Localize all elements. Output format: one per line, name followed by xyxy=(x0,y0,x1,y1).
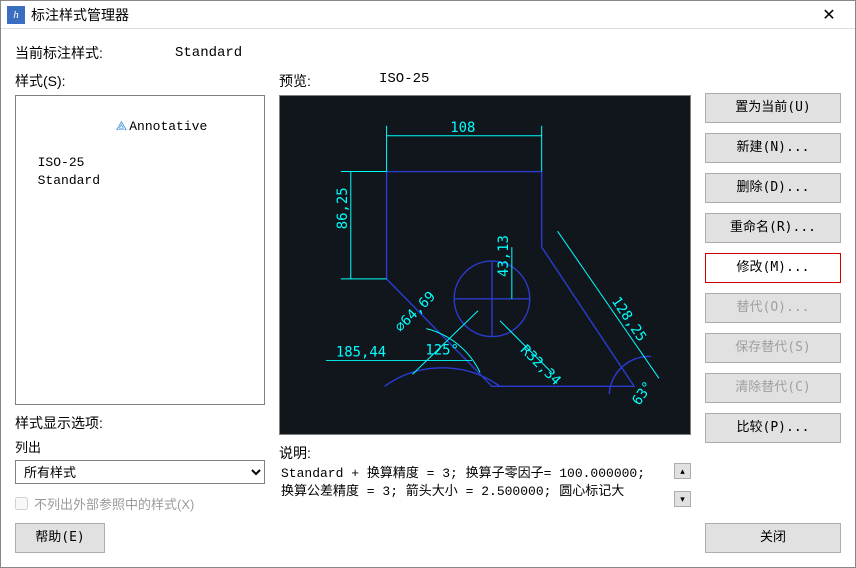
preview-label: 预览: xyxy=(279,71,379,91)
save-override-button[interactable]: 保存替代(S) xyxy=(705,333,841,363)
preview-name: ISO-25 xyxy=(379,71,429,91)
current-style-row: 当前标注样式: Standard xyxy=(15,39,841,71)
close-icon[interactable]: ✕ xyxy=(809,5,849,25)
list-item[interactable]: ⟁Annotative xyxy=(22,100,258,154)
preview-pane: 108 86,25 43,13 ⌀64,69 125° 185,44 R32,3… xyxy=(279,95,691,435)
description-scrollbar[interactable]: ▴ ▾ xyxy=(674,463,691,507)
close-button[interactable]: 关闭 xyxy=(705,523,841,553)
dimension-preview-svg: 108 86,25 43,13 ⌀64,69 125° 185,44 R32,3… xyxy=(280,96,690,434)
scroll-up-icon[interactable]: ▴ xyxy=(674,463,691,479)
compare-button[interactable]: 比较(P)... xyxy=(705,413,841,443)
dim-radius: R32,34 xyxy=(517,342,564,389)
dim-top: 108 xyxy=(450,120,475,136)
list-label: 列出 xyxy=(15,437,265,456)
styles-label: 样式(S): xyxy=(15,71,265,91)
description-label: 说明: xyxy=(279,443,691,463)
styles-listbox[interactable]: ⟁Annotative ISO-25 Standard xyxy=(15,95,265,405)
dim-left: 86,25 xyxy=(335,187,351,229)
dialog-window: h 标注样式管理器 ✕ 当前标注样式: Standard 样式(S): ⟁Ann… xyxy=(0,0,856,568)
annotative-icon: ⟁ xyxy=(116,119,128,134)
dim-right-angle: 63° xyxy=(629,379,657,409)
rename-button[interactable]: 重命名(R)... xyxy=(705,213,841,243)
titlebar[interactable]: h 标注样式管理器 ✕ xyxy=(1,1,855,29)
set-current-button[interactable]: 置为当前(U) xyxy=(705,93,841,123)
checkbox-icon xyxy=(15,497,28,510)
current-style-value: Standard xyxy=(175,45,242,61)
style-display-label: 样式显示选项: xyxy=(15,413,265,433)
exclude-xref-checkbox[interactable]: 不列出外部参照中的样式(X) xyxy=(15,494,265,513)
description-text: Standard + 换算精度 = 3; 换算子零因子= 100.000000;… xyxy=(279,463,670,501)
app-icon: h xyxy=(7,6,25,24)
override-button[interactable]: 替代(O)... xyxy=(705,293,841,323)
list-item[interactable]: Standard xyxy=(22,172,258,190)
new-button[interactable]: 新建(N)... xyxy=(705,133,841,163)
dim-right-diag: 128,25 xyxy=(608,294,649,345)
clear-override-button[interactable]: 清除替代(C) xyxy=(705,373,841,403)
help-button[interactable]: 帮助(E) xyxy=(15,523,105,553)
current-style-label: 当前标注样式: xyxy=(15,43,135,63)
modify-button[interactable]: 修改(M)... xyxy=(705,253,841,283)
dim-bottom: 185,44 xyxy=(336,344,386,360)
style-filter-dropdown[interactable]: 所有样式 xyxy=(15,460,265,484)
dim-angle: 125° xyxy=(425,342,459,358)
list-item[interactable]: ISO-25 xyxy=(22,154,258,172)
dim-diag-left: ⌀64,69 xyxy=(392,289,439,336)
scroll-down-icon[interactable]: ▾ xyxy=(674,491,691,507)
window-title: 标注样式管理器 xyxy=(31,5,809,25)
delete-button[interactable]: 删除(D)... xyxy=(705,173,841,203)
dim-center: 43,13 xyxy=(496,235,512,277)
